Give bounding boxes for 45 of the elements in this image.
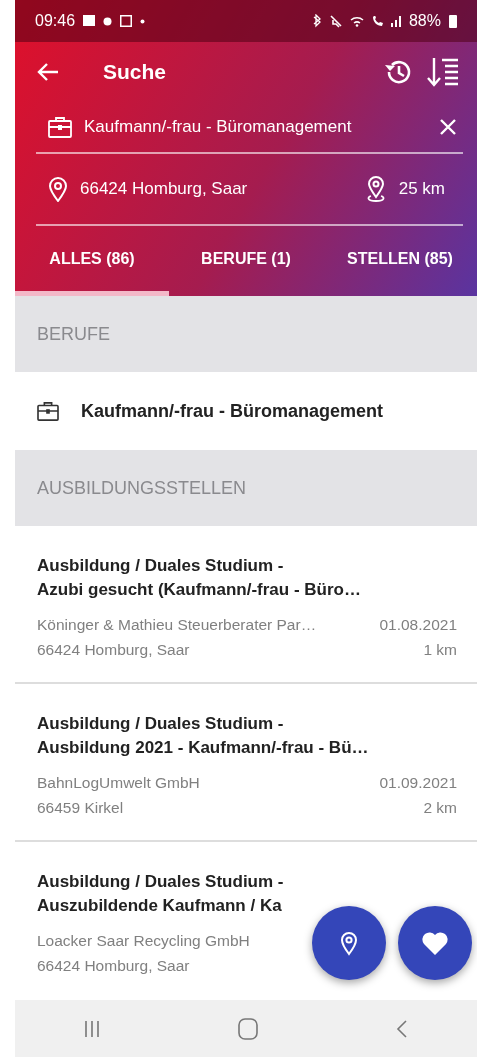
offer-title[interactable]: Ausbildung / Duales Studium - Azubi gesucht (Kaufmann/-frau - Büro… — [37, 554, 361, 602]
offer-title[interactable]: Ausbildung / Duales Studium - Auszubildende Kaufmann / Ka — [37, 870, 284, 918]
wifi-icon — [349, 15, 364, 27]
map-button[interactable] — [312, 906, 386, 980]
briefcase-icon — [48, 116, 72, 138]
offer-distance: 2 km — [423, 798, 457, 818]
status-time: 09:46 — [35, 12, 76, 30]
start-date: 01.09.2021 — [379, 773, 457, 793]
home-icon[interactable] — [238, 1017, 258, 1040]
bluetooth-icon — [311, 14, 322, 28]
battery-icon — [449, 14, 457, 28]
job-search-field[interactable]: Kaufmann/-frau - Büromanagement — [84, 117, 427, 137]
back-icon[interactable] — [396, 1018, 408, 1039]
favorites-button[interactable] — [398, 906, 472, 980]
signal-icon — [390, 15, 401, 27]
radius-field[interactable]: 25 km — [398, 179, 445, 199]
offer-location: 66459 Kirkel — [37, 798, 124, 818]
job-list-item[interactable]: Kaufmann/-frau - Büromanagement — [15, 372, 477, 450]
close-icon[interactable] — [439, 118, 457, 136]
history-icon[interactable] — [383, 58, 413, 86]
mute-icon — [329, 14, 342, 28]
dot-icon — [140, 18, 146, 24]
company-name: Loacker Saar Recycling GmbH — [37, 931, 250, 951]
back-arrow-icon[interactable] — [37, 62, 59, 82]
tab[interactable]: STELLEN (85) — [323, 226, 477, 296]
heart-icon — [421, 930, 449, 956]
location-pin-icon — [339, 930, 359, 956]
location-field[interactable]: 66424 Homburg, Saar — [80, 179, 353, 199]
offer-distance: 1 km — [423, 640, 457, 660]
battery-percentage: 88% — [408, 12, 441, 30]
briefcase-icon — [37, 401, 59, 421]
tab[interactable]: BERUFE (1) — [169, 226, 323, 296]
screen-title: Suche — [103, 60, 167, 84]
company-name: BahnLogUmwelt GmbH — [37, 773, 200, 793]
sort-icon[interactable] — [427, 56, 459, 88]
company-name: Köninger & Mathieu Steuerberater Par… — [37, 615, 317, 635]
offer-title[interactable]: Ausbildung / Duales Studium - Ausbildung 2021 - Kaufmann/-frau - Bü… — [37, 712, 369, 760]
offer-location: 66424 Homburg, Saar — [37, 956, 190, 976]
start-date: 01.08.2021 — [379, 615, 457, 635]
section-header: BERUFE — [15, 296, 477, 372]
phone-icon — [371, 15, 383, 27]
section-header: AUSBILDUNGSSTELLEN — [15, 450, 477, 526]
recent-apps-icon[interactable] — [84, 1019, 100, 1038]
location-pin-icon — [48, 176, 68, 202]
offer-location: 66424 Homburg, Saar — [37, 640, 190, 660]
